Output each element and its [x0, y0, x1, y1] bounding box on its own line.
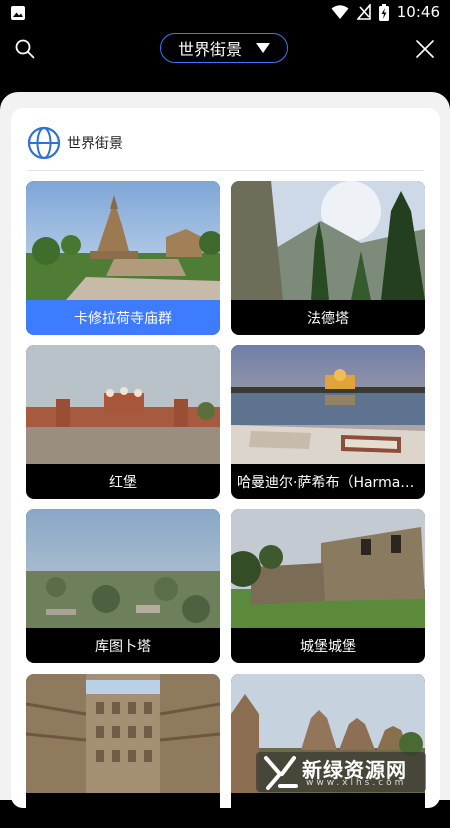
wifi-icon [331, 5, 349, 19]
place-photo-qutub [26, 509, 220, 628]
place-card[interactable] [26, 674, 220, 828]
close-icon[interactable] [414, 38, 436, 60]
divider [27, 170, 424, 171]
place-photo-mountain [231, 181, 425, 300]
place-card[interactable]: 法德塔 [231, 181, 425, 335]
place-photo-khajuraho [26, 181, 220, 300]
gallery-notification-icon [11, 6, 25, 20]
battery-charging-icon [378, 3, 389, 21]
place-photo-golden-temple [231, 345, 425, 464]
content-sheet: 世界街景 卡修拉荷寺庙群 法德塔 红堡 哈曼迪尔·萨希布（Harmandir 库… [0, 92, 450, 828]
clock: 10:46 [396, 3, 440, 21]
globe-icon [27, 126, 61, 160]
place-card[interactable]: 城堡城堡 [231, 509, 425, 663]
top-bar: 世界街景 [0, 26, 450, 74]
place-card[interactable]: 红堡 [26, 345, 220, 499]
place-photo-stepwell [26, 674, 220, 793]
places-panel: 世界街景 卡修拉荷寺庙群 法德塔 红堡 哈曼迪尔·萨希布（Harmandir 库… [11, 108, 440, 828]
place-name: 法德塔 [307, 310, 349, 327]
place-name: 红堡 [109, 474, 137, 491]
place-name: 哈曼迪尔·萨希布（Harmandir Sahib） [237, 474, 419, 491]
place-card[interactable]: 卡修拉荷寺庙群 [26, 181, 220, 335]
panel-header: 世界街景 [27, 126, 123, 160]
place-photo-castle-ruin [231, 509, 425, 628]
status-bar: 10:46 [0, 0, 450, 26]
search-icon[interactable] [14, 38, 36, 60]
xl-logo-icon [264, 756, 298, 790]
place-card[interactable]: 哈曼迪尔·萨希布（Harmandir Sahib） [231, 345, 425, 499]
place-card[interactable]: 库图卜塔 [26, 509, 220, 663]
place-card[interactable] [231, 674, 425, 828]
place-photo-red-fort [26, 345, 220, 464]
place-name [26, 793, 220, 828]
category-dropdown-label: 世界街景 [177, 40, 242, 59]
place-name [231, 793, 425, 828]
no-sim-icon [356, 4, 371, 20]
triangle-down-icon [256, 43, 270, 53]
place-name: 库图卜塔 [95, 638, 151, 655]
watermark-logo: 新绿资源网 www.xlhs.com [256, 752, 426, 792]
panel-title: 世界街景 [67, 136, 123, 152]
place-name: 卡修拉荷寺庙群 [26, 300, 220, 335]
watermark-url: www.xlhs.com [306, 778, 407, 788]
place-name: 城堡城堡 [300, 638, 356, 655]
category-dropdown[interactable]: 世界街景 [160, 33, 288, 63]
